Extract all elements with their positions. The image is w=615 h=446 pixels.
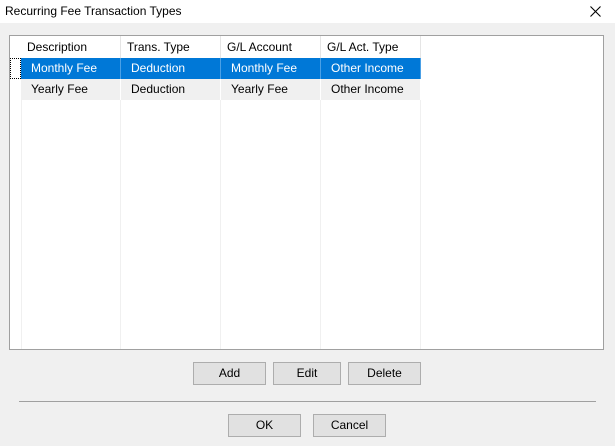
row-selector[interactable]	[10, 79, 21, 100]
cell-trans-type[interactable]: Deduction	[121, 58, 221, 79]
edit-button[interactable]: Edit	[273, 362, 341, 385]
title-bar: Recurring Fee Transaction Types	[0, 0, 615, 23]
grid-header: Description Trans. Type G/L Account G/L …	[10, 36, 603, 58]
cell-description[interactable]: Monthly Fee	[21, 58, 121, 79]
cell-description[interactable]: Yearly Fee	[21, 79, 121, 100]
cell-gl-account[interactable]: Monthly Fee	[221, 58, 321, 79]
cancel-button[interactable]: Cancel	[313, 414, 386, 437]
window-title: Recurring Fee Transaction Types	[5, 4, 182, 18]
column-header-trans-type[interactable]: Trans. Type	[121, 36, 221, 58]
column-header-gl-act-type[interactable]: G/L Act. Type	[321, 36, 421, 58]
column-header-description[interactable]: Description	[21, 36, 121, 58]
row-selector-current[interactable]	[10, 58, 21, 79]
delete-button[interactable]: Delete	[348, 362, 421, 385]
dialog-client-area: Description Trans. Type G/L Account G/L …	[0, 23, 615, 446]
cell-gl-account[interactable]: Yearly Fee	[221, 79, 321, 100]
cell-trans-type[interactable]: Deduction	[121, 79, 221, 100]
cell-gl-act-type[interactable]: Other Income	[321, 79, 421, 100]
separator	[19, 401, 596, 402]
close-button[interactable]	[575, 0, 615, 23]
close-icon	[589, 6, 601, 17]
ok-button[interactable]: OK	[228, 414, 301, 437]
column-header-gl-account[interactable]: G/L Account	[221, 36, 321, 58]
table-row-selected[interactable]: Monthly Fee Deduction Monthly Fee Other …	[21, 58, 421, 79]
transaction-types-grid[interactable]: Description Trans. Type G/L Account G/L …	[9, 35, 604, 350]
add-button[interactable]: Add	[193, 362, 266, 385]
table-row[interactable]: Yearly Fee Deduction Yearly Fee Other In…	[21, 79, 421, 100]
cell-gl-act-type[interactable]: Other Income	[321, 58, 421, 79]
